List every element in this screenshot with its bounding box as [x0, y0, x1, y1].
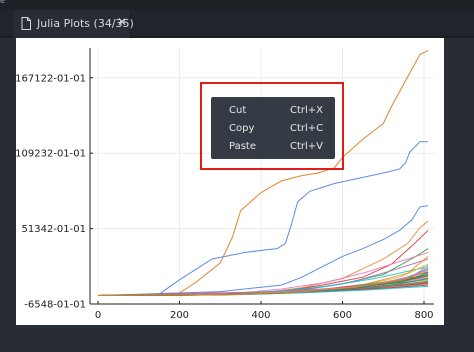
x-tick-label: 800: [414, 310, 433, 321]
x-tick-label: 400: [251, 310, 270, 321]
y-tick-label: 51342-01-01: [22, 224, 86, 235]
menu-item-shortcut: Ctrl+V: [290, 141, 324, 152]
menu-item-label: Paste: [229, 141, 256, 152]
y-tick-label: 167122-01-01: [16, 73, 86, 84]
menu-item-cut[interactable]: Cut Ctrl+X: [211, 102, 335, 120]
y-tick-label: -6548-01-01: [24, 300, 86, 311]
tab-strip: Julia Plots (34/35) ✕: [0, 10, 474, 38]
window-top-strip: e: [0, 0, 474, 10]
top-clipped-text: e: [0, 0, 5, 5]
close-icon[interactable]: ✕: [116, 15, 128, 29]
menu-item-label: Cut: [229, 105, 247, 116]
x-tick-label: 200: [170, 310, 189, 321]
menu-item-paste[interactable]: Paste Ctrl+V: [211, 138, 335, 156]
menu-item-shortcut: Ctrl+X: [290, 105, 324, 116]
context-menu: Cut Ctrl+X Copy Ctrl+C Paste Ctrl+V: [211, 97, 335, 159]
menu-item-copy[interactable]: Copy Ctrl+C: [211, 120, 335, 138]
menu-item-shortcut: Ctrl+C: [290, 123, 324, 134]
menu-item-label: Copy: [229, 123, 255, 134]
x-tick-label: 0: [95, 310, 101, 321]
y-tick-label: 109232-01-01: [16, 149, 86, 160]
file-icon: [21, 17, 31, 30]
tab-julia-plots[interactable]: Julia Plots (34/35) ✕: [14, 10, 134, 38]
x-tick-label: 600: [333, 310, 352, 321]
